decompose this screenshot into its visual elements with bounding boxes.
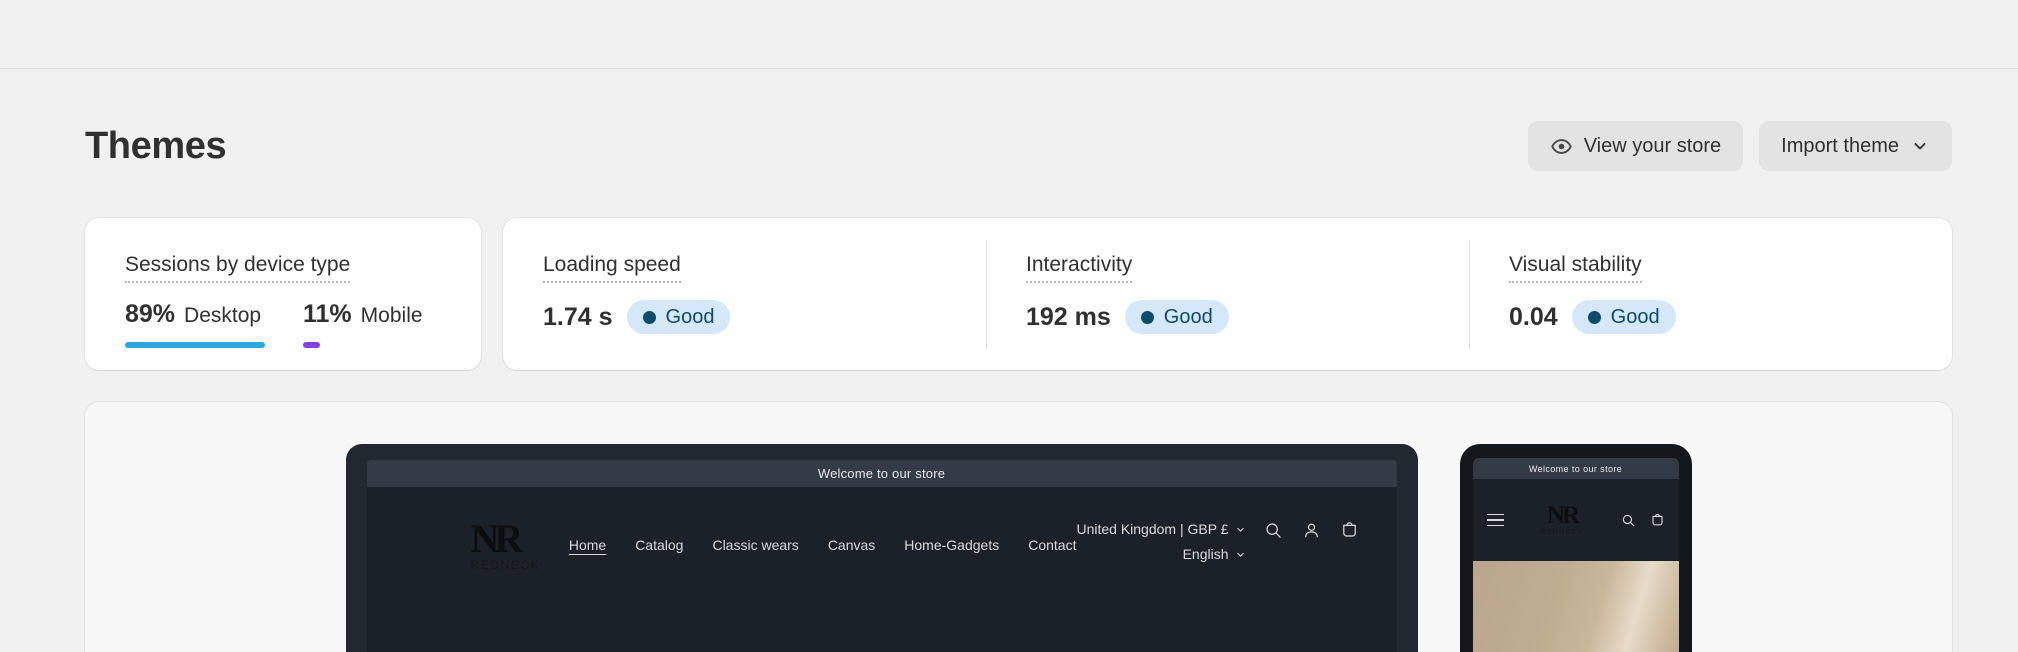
desktop-announcement-bar: Welcome to our store <box>366 460 1397 487</box>
loading-speed-status-label: Good <box>665 305 715 328</box>
device-previews: Welcome to our store NR REDNECK Home Cat… <box>85 444 1952 652</box>
mobile-preview-frame[interactable]: Welcome to our store NR REDNECK <box>1459 444 1692 652</box>
brand-name: REDNECK <box>1539 526 1585 536</box>
language-label: English <box>1182 546 1229 562</box>
sessions-breakdown: 89% Desktop 11% Mobile <box>125 300 441 348</box>
account-icon[interactable] <box>1302 521 1321 540</box>
country-currency-selector[interactable]: United Kingdom | GBP £ <box>1076 521 1245 537</box>
top-strip <box>0 0 2018 68</box>
import-theme-label: Import theme <box>1781 134 1899 157</box>
session-item-mobile: 11% Mobile <box>303 300 423 348</box>
import-theme-button[interactable]: Import theme <box>1759 121 1952 171</box>
web-vitals-card: Loading speed 1.74 s Good Interactivity … <box>503 218 1952 370</box>
metrics-row: Sessions by device type 89% Desktop 11% … <box>85 218 1952 370</box>
interactivity-label[interactable]: Interactivity <box>1026 252 1133 283</box>
storefront-navigation: NR REDNECK Home Catalog Classic wears Ca… <box>367 487 1397 647</box>
loading-speed-value: 1.74 s <box>543 302 613 331</box>
view-your-store-button[interactable]: View your store <box>1527 121 1744 171</box>
menu-item-home[interactable]: Home <box>569 537 606 553</box>
cart-icon[interactable] <box>1340 521 1359 540</box>
loading-speed-status-badge: Good <box>626 300 731 334</box>
mobile-icon-group <box>1621 513 1665 528</box>
desktop-share-bar <box>125 342 265 348</box>
themes-page: Themes View your store Import theme Sess… <box>0 0 2018 652</box>
status-dot-icon <box>642 310 656 324</box>
desktop-label: Desktop <box>184 304 262 327</box>
brand-monogram: NR <box>1546 501 1580 529</box>
mobile-label: Mobile <box>360 304 423 327</box>
mobile-share-bar <box>303 342 320 348</box>
mobile-hero-image <box>1472 561 1679 652</box>
sessions-card-label[interactable]: Sessions by device type <box>125 252 351 283</box>
menu-item-contact[interactable]: Contact <box>1028 537 1076 553</box>
mobile-storefront-logo[interactable]: NR REDNECK <box>1539 501 1585 536</box>
language-selector[interactable]: English <box>1183 546 1246 562</box>
menu-item-classic-wears[interactable]: Classic wears <box>712 537 798 553</box>
mobile-storefront-navigation: NR REDNECK <box>1473 479 1679 561</box>
search-icon[interactable] <box>1621 513 1636 528</box>
header-actions: View your store Import theme <box>1527 121 1952 171</box>
status-dot-icon <box>1587 310 1601 324</box>
chevron-down-icon <box>1910 136 1930 156</box>
desktop-percent: 89% <box>125 300 176 328</box>
visual-stability-value: 0.04 <box>1509 302 1558 331</box>
loading-speed-label[interactable]: Loading speed <box>543 252 681 283</box>
vital-visual-stability: Visual stability 0.04 Good <box>1469 218 1952 370</box>
storefront-menu: Home Catalog Classic wears Canvas Home-G… <box>569 521 1077 553</box>
mobile-announcement-bar: Welcome to our store <box>1472 458 1679 479</box>
page-header: Themes View your store Import theme <box>85 118 1952 174</box>
menu-item-catalog[interactable]: Catalog <box>635 537 683 553</box>
locale-selectors: United Kingdom | GBP £ English <box>1076 521 1245 562</box>
page-title: Themes <box>85 125 227 167</box>
hamburger-menu-icon[interactable] <box>1486 513 1504 527</box>
visual-stability-label[interactable]: Visual stability <box>1509 252 1642 283</box>
desktop-preview-screen: Welcome to our store NR REDNECK Home Cat… <box>366 460 1397 652</box>
cart-icon[interactable] <box>1650 513 1665 528</box>
vital-loading-speed: Loading speed 1.74 s Good <box>503 218 986 370</box>
top-divider <box>0 68 2018 69</box>
visual-stability-status-badge: Good <box>1571 300 1676 334</box>
interactivity-status-badge: Good <box>1124 300 1229 334</box>
visual-stability-status-label: Good <box>1610 305 1660 328</box>
chevron-down-icon <box>1235 549 1246 560</box>
storefront-logo[interactable]: NR REDNECK <box>405 516 569 573</box>
search-icon[interactable] <box>1264 521 1283 540</box>
brand-name: REDNECK <box>470 558 541 572</box>
storefront-utilities: United Kingdom | GBP £ English <box>1076 521 1358 562</box>
status-dot-icon <box>1140 310 1154 324</box>
sessions-by-device-card: Sessions by device type 89% Desktop 11% … <box>85 218 481 370</box>
mobile-preview-screen: Welcome to our store NR REDNECK <box>1472 458 1679 652</box>
theme-preview-card: Welcome to our store NR REDNECK Home Cat… <box>85 402 1952 652</box>
vital-interactivity: Interactivity 192 ms Good <box>986 218 1469 370</box>
view-your-store-label: View your store <box>1583 134 1722 157</box>
menu-item-canvas[interactable]: Canvas <box>828 537 875 553</box>
interactivity-status-label: Good <box>1163 305 1213 328</box>
session-item-desktop: 89% Desktop <box>125 300 265 348</box>
country-currency-label: United Kingdom | GBP £ <box>1076 521 1229 537</box>
desktop-preview-frame[interactable]: Welcome to our store NR REDNECK Home Cat… <box>345 444 1418 652</box>
interactivity-value: 192 ms <box>1026 302 1111 331</box>
storefront-icon-group <box>1264 521 1359 540</box>
mobile-percent: 11% <box>303 300 352 328</box>
eye-icon <box>1550 135 1573 158</box>
chevron-down-icon <box>1235 524 1246 535</box>
menu-item-home-gadgets[interactable]: Home-Gadgets <box>904 537 999 553</box>
brand-monogram: NR <box>470 516 524 561</box>
